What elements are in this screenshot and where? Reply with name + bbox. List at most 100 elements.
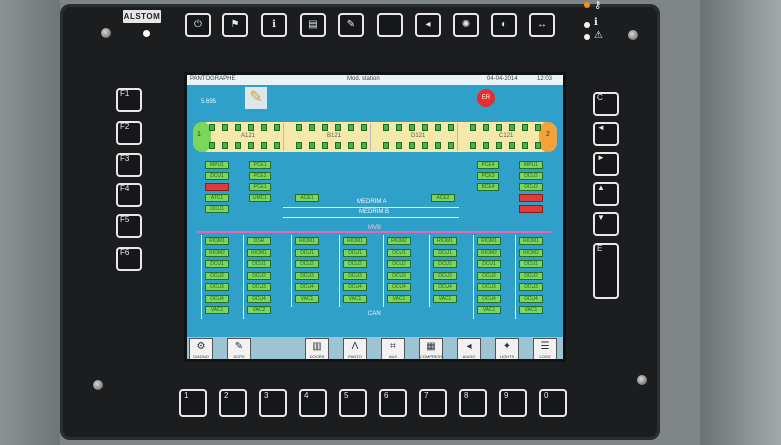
device-chip[interactable]: MPU1	[205, 161, 229, 169]
device-chip[interactable]: DCU1	[205, 205, 229, 213]
document-key[interactable]: ▤	[300, 13, 326, 37]
speaker-key[interactable]: ◂	[415, 13, 441, 37]
left-arrow-key[interactable]: ◄	[593, 122, 619, 146]
softkey-diagno[interactable]: ⚙ DIAGNO	[189, 338, 213, 359]
right-arrow-key[interactable]: ►	[593, 152, 619, 176]
rio-chip[interactable]: DCU1	[519, 260, 543, 268]
f5-key[interactable]: F5	[116, 214, 142, 238]
rio-chip[interactable]: DCU4	[519, 294, 543, 303]
device-chip-fault[interactable]	[519, 194, 543, 202]
key-5[interactable]: 5	[339, 389, 367, 417]
device-chip[interactable]: PCE4	[477, 161, 499, 169]
rio-chip[interactable]: DCU1	[387, 248, 411, 257]
rio-chip[interactable]: VAC1	[343, 294, 367, 303]
f6-key[interactable]: F6	[116, 247, 142, 271]
flag-key[interactable]: ⚑	[222, 13, 248, 37]
device-chip[interactable]: BCE4	[477, 183, 499, 191]
rio-chip[interactable]: DSR	[247, 237, 271, 245]
rio-chip[interactable]: RIOM2	[477, 248, 501, 257]
device-chip[interactable]: PCE1	[249, 183, 271, 191]
key-8[interactable]: 8	[459, 389, 487, 417]
rio-chip[interactable]: DCU2	[343, 260, 367, 268]
rio-chip[interactable]: RIOM1	[247, 248, 271, 257]
device-chip[interactable]: MPU1	[519, 161, 543, 169]
rio-chip[interactable]: DCU4	[477, 294, 501, 303]
emergency-badge[interactable]: ER	[477, 89, 495, 107]
rio-chip[interactable]: DCU4	[295, 283, 319, 291]
rio-chip[interactable]: DCU1	[205, 260, 229, 268]
arrows-key[interactable]: ↔	[529, 13, 555, 37]
rio-chip[interactable]: RIOM1	[433, 237, 457, 245]
rio-chip[interactable]: RIOM2	[387, 237, 411, 245]
rio-chip[interactable]: DCU2	[519, 271, 543, 280]
softkey-compress[interactable]: ▦ COMPRESS	[419, 338, 443, 359]
rio-chip[interactable]: DCU2	[433, 260, 457, 268]
key-3[interactable]: 3	[259, 389, 287, 417]
key-6[interactable]: 6	[379, 389, 407, 417]
softkey-panto[interactable]: Λ PANTO	[343, 338, 367, 359]
rio-chip[interactable]: VAC1	[295, 294, 319, 303]
rio-chip[interactable]: RIOM1	[477, 237, 501, 245]
rio-chip[interactable]: DCU3	[519, 283, 543, 291]
rio-chip[interactable]: DCU3	[477, 283, 501, 291]
rio-chip[interactable]: VAC1	[205, 306, 229, 314]
rio-chip[interactable]: DCU2	[205, 271, 229, 280]
rio-chip[interactable]: VAC1	[477, 306, 501, 314]
rio-chip[interactable]: DCU2	[477, 271, 501, 280]
key-9[interactable]: 9	[499, 389, 527, 417]
key-0[interactable]: 0	[539, 389, 567, 417]
rio-chip[interactable]: VAC1	[519, 306, 543, 314]
f2-key[interactable]: F2	[116, 121, 142, 145]
rio-chip[interactable]: DCU1	[477, 260, 501, 268]
softkey-audio[interactable]: ◂ AUDIO	[457, 338, 481, 359]
wrench-icon[interactable]: ✎	[245, 87, 267, 109]
softkey-logs[interactable]: ☰ LOGS	[533, 338, 557, 359]
device-chip-fault[interactable]	[519, 205, 543, 213]
device-chip[interactable]: PCE1	[249, 161, 271, 169]
rio-chip[interactable]: DCU3	[433, 271, 457, 280]
rio-chip[interactable]: DCU1	[433, 248, 457, 257]
rio-chip[interactable]: RIOM1	[519, 237, 543, 245]
down-arrow-key[interactable]: ▼	[593, 212, 619, 236]
rio-chip[interactable]: DCU2	[295, 260, 319, 268]
rio-chip[interactable]: DCU3	[295, 271, 319, 280]
rio-chip[interactable]: DCU3	[205, 283, 229, 291]
softkey-doors[interactable]: ▥ DOORS	[305, 338, 329, 359]
ace-chip-left[interactable]: ACE1	[295, 194, 319, 202]
wrench-key[interactable]: ✎	[338, 13, 364, 37]
rio-chip[interactable]: DCU4	[205, 294, 229, 303]
softkey-aux[interactable]: ⌗ AUX	[381, 338, 405, 359]
rio-chip[interactable]: DCU4	[247, 294, 271, 303]
rio-chip[interactable]: VAC1	[433, 294, 457, 303]
rio-chip[interactable]: RIOM1	[295, 237, 319, 245]
device-chip-fault[interactable]	[205, 183, 229, 191]
rio-chip[interactable]: DCU3	[247, 283, 271, 291]
device-chip[interactable]: ATC1	[205, 194, 229, 202]
device-chip[interactable]: DCU2	[519, 183, 543, 191]
f4-key[interactable]: F4	[116, 183, 142, 207]
rio-chip[interactable]: DCU2	[387, 260, 411, 268]
rio-chip[interactable]: DCU1	[247, 260, 271, 268]
device-chip[interactable]: DCU2	[519, 172, 543, 180]
key-7[interactable]: 7	[419, 389, 447, 417]
rio-chip[interactable]: DCU4	[343, 283, 367, 291]
rio-chip[interactable]: RIOM2	[205, 248, 229, 257]
rio-chip[interactable]: RIOM1	[205, 237, 229, 245]
rio-chip[interactable]: DCU2	[247, 271, 271, 280]
blank-key[interactable]	[377, 13, 403, 37]
rio-chip[interactable]: DCU4	[433, 283, 457, 291]
key-4[interactable]: 4	[299, 389, 327, 417]
rio-chip[interactable]: DCU3	[387, 271, 411, 280]
rio-chip[interactable]: VAC1	[387, 294, 411, 303]
enter-key[interactable]: E	[593, 243, 619, 299]
softkey-lights[interactable]: ✦ LIGHTS	[495, 338, 519, 359]
device-chip[interactable]: PCE2	[249, 172, 271, 180]
device-chip[interactable]: UMC1	[249, 194, 271, 202]
brightness-key[interactable]: ✺	[453, 13, 479, 37]
rio-chip[interactable]: DCU3	[343, 271, 367, 280]
rio-chip[interactable]: RIOM2	[519, 248, 543, 257]
clear-key[interactable]: C	[593, 92, 619, 116]
device-chip[interactable]: PCE3	[477, 172, 499, 180]
f3-key[interactable]: F3	[116, 153, 142, 177]
rio-chip[interactable]: DCU4	[387, 283, 411, 291]
